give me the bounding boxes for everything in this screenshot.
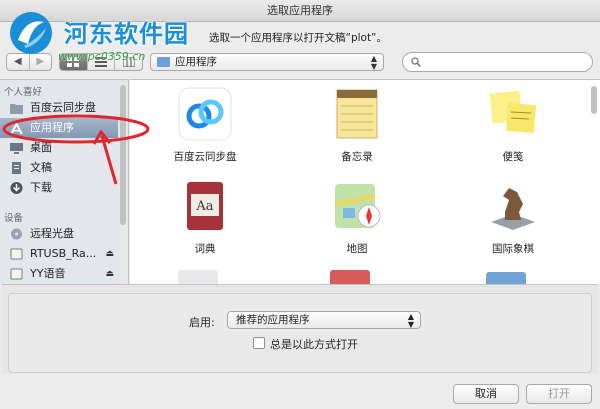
eject-icon[interactable]: ⏏ bbox=[105, 264, 114, 284]
eject-icon[interactable]: ⏏ bbox=[105, 244, 114, 264]
options-panel: 启用: 推荐的应用程序 ▲ ▼ 总是以此方式打开 bbox=[8, 293, 592, 373]
search-field[interactable] bbox=[402, 52, 593, 72]
app-item-partial[interactable] bbox=[178, 270, 218, 284]
app-item-baidu[interactable]: 百度云同步盘 bbox=[140, 86, 270, 164]
folder-icon bbox=[10, 104, 23, 114]
app-name: 备忘录 bbox=[341, 151, 373, 163]
sidebar-item-downloads[interactable]: 下载 bbox=[0, 178, 118, 198]
downloads-icon bbox=[10, 182, 23, 194]
svg-text:Aa: Aa bbox=[195, 199, 213, 214]
app-name: 便笺 bbox=[502, 151, 524, 163]
sidebar-item-desktop[interactable]: 桌面 bbox=[0, 138, 118, 158]
remote-disc-icon bbox=[11, 228, 22, 240]
app-grid: 百度云同步盘 备忘录 便笺 Aa 词典 地图 国际象棋 bbox=[130, 79, 600, 284]
sidebar-item-label: 百度云同步盘 bbox=[30, 101, 96, 114]
open-button[interactable]: 打开 bbox=[526, 384, 592, 404]
drive-icon bbox=[10, 268, 23, 280]
enable-select-value: 推荐的应用程序 bbox=[236, 314, 310, 326]
sidebar-item-baidu[interactable]: 百度云同步盘 bbox=[0, 98, 118, 118]
dictionary-icon: Aa bbox=[187, 182, 223, 230]
app-item-partial[interactable] bbox=[330, 270, 370, 284]
popup-arrows-icon: ▲ ▼ bbox=[407, 312, 414, 329]
app-name: 百度云同步盘 bbox=[173, 151, 237, 163]
sidebar-item-documents[interactable]: 文稿 bbox=[0, 158, 118, 178]
app-name: 词典 bbox=[194, 243, 216, 255]
sidebar-item-label: 文稿 bbox=[30, 161, 52, 174]
sidebar-header-devices: 设备 bbox=[4, 213, 24, 224]
sidebar-item-label: 桌面 bbox=[30, 141, 52, 154]
prompt-text: 选取一个应用程序以打开文稿“plot”。 bbox=[209, 32, 388, 44]
cancel-button[interactable]: 取消 bbox=[453, 384, 519, 404]
sidebar-item-label: 下载 bbox=[30, 181, 52, 194]
app-item-dictionary[interactable]: Aa 词典 bbox=[140, 178, 270, 256]
scrollbar-thumb[interactable] bbox=[591, 86, 597, 114]
search-icon bbox=[411, 57, 421, 67]
applications-icon bbox=[10, 122, 23, 134]
documents-icon bbox=[12, 162, 21, 174]
maps-icon bbox=[334, 184, 381, 228]
sidebar-item-remote-disc[interactable]: 远程光盘 bbox=[0, 224, 118, 244]
notes-icon bbox=[336, 89, 378, 139]
popup-arrows-icon: ▲ ▼ bbox=[370, 54, 377, 71]
app-item-maps[interactable]: 地图 bbox=[292, 178, 422, 256]
app-item-chess[interactable]: 国际象棋 bbox=[448, 178, 578, 256]
enable-select[interactable]: 推荐的应用程序 ▲ ▼ bbox=[227, 311, 421, 329]
sidebar-item-label: 应用程序 bbox=[30, 121, 74, 134]
stickies-icon bbox=[489, 90, 537, 134]
grid-scrollbar[interactable] bbox=[590, 82, 598, 282]
sidebar-scrollbar[interactable] bbox=[119, 82, 127, 282]
sidebar-item-label: RTUSB_Ra... bbox=[30, 247, 97, 260]
sidebar-item-label: YY语音 bbox=[30, 267, 66, 280]
always-open-checkbox[interactable] bbox=[253, 337, 265, 349]
app-item-notes[interactable]: 备忘录 bbox=[292, 86, 422, 164]
watermark-logo-icon bbox=[10, 12, 52, 54]
drive-icon bbox=[10, 248, 23, 260]
watermark-title: 河东软件园 bbox=[64, 20, 189, 48]
desktop-icon bbox=[10, 143, 23, 154]
sidebar-item-yy[interactable]: YY语音 ⏏ bbox=[0, 264, 118, 284]
app-item-stickies[interactable]: 便笺 bbox=[448, 86, 578, 164]
app-item-partial[interactable] bbox=[486, 272, 526, 284]
sidebar-header-favorites: 个人喜好 bbox=[4, 87, 43, 98]
scrollbar-thumb[interactable] bbox=[120, 85, 126, 225]
sidebar-item-label: 远程光盘 bbox=[30, 227, 74, 240]
baidu-cloud-icon bbox=[178, 87, 232, 141]
sidebar-item-rtusb[interactable]: RTUSB_Ra... ⏏ bbox=[0, 244, 118, 264]
options-area: 启用: 推荐的应用程序 ▲ ▼ 总是以此方式打开 bbox=[2, 284, 598, 374]
chess-icon bbox=[491, 188, 535, 230]
app-name: 地图 bbox=[346, 243, 368, 255]
watermark: 河东软件园 www.pc0359.cn bbox=[2, 6, 202, 66]
sidebar: 个人喜好 百度云同步盘 应用程序 桌面 文稿 下载 设备 远程光盘 RTUSB_… bbox=[0, 79, 129, 284]
sidebar-item-applications[interactable]: 应用程序 bbox=[0, 118, 118, 138]
watermark-url: www.pc0359.cn bbox=[58, 50, 146, 63]
enable-label: 启用: bbox=[189, 316, 215, 329]
app-name: 国际象棋 bbox=[492, 243, 534, 255]
always-open-label[interactable]: 总是以此方式打开 bbox=[270, 336, 358, 352]
window-title: 选取应用程序 bbox=[267, 4, 333, 17]
